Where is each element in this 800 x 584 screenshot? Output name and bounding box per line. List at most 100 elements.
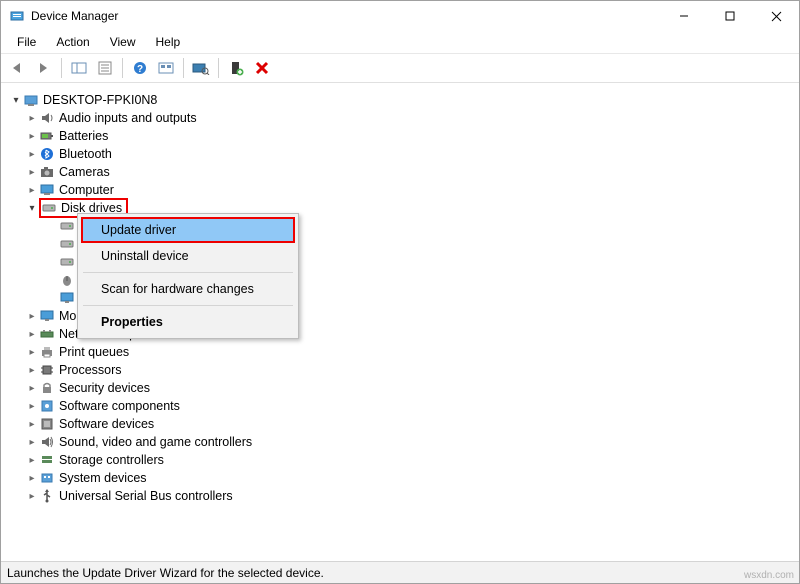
expand-icon[interactable]: ▸ [25, 311, 39, 322]
expand-icon[interactable]: ▸ [25, 185, 39, 196]
disk-icon [59, 218, 75, 234]
category-label: System devices [59, 471, 147, 485]
titlebar: Device Manager [1, 1, 799, 31]
menu-help[interactable]: Help [146, 33, 191, 51]
tree-category-storage[interactable]: ▸ Storage controllers [5, 451, 795, 469]
disk-icon [41, 200, 57, 216]
toolbar: ? [1, 54, 799, 83]
computer-icon [23, 92, 39, 108]
tree-category-cpu[interactable]: ▸ Processors [5, 361, 795, 379]
expand-icon[interactable]: ▸ [25, 437, 39, 448]
tree-category-computer[interactable]: ▸Computer [5, 181, 795, 199]
menu-separator [83, 272, 293, 273]
tree-category-swcomp[interactable]: ▸Software components [5, 397, 795, 415]
menu-separator [83, 305, 293, 306]
menu-item-uninstall-device[interactable]: Uninstall device [81, 243, 295, 269]
audio-icon [39, 110, 55, 126]
computer-icon [39, 182, 55, 198]
printer-icon [39, 344, 55, 360]
expand-icon[interactable]: ▸ [25, 131, 39, 142]
maximize-button[interactable] [707, 1, 753, 31]
network-icon [39, 326, 55, 342]
add-legacy-button[interactable] [225, 57, 247, 79]
expand-icon[interactable]: ▸ [25, 347, 39, 358]
menu-action[interactable]: Action [46, 33, 99, 51]
toolbar-sep [218, 58, 219, 78]
minimize-button[interactable] [661, 1, 707, 31]
help-button[interactable]: ? [129, 57, 151, 79]
menu-item-scan-for-hardware-changes[interactable]: Scan for hardware changes [81, 276, 295, 302]
tree-category-swdev[interactable]: ▸ Software devices [5, 415, 795, 433]
context-menu: Update driverUninstall device Scan for ha… [77, 213, 299, 339]
tree-category-bluetooth[interactable]: ▸ Bluetooth [5, 145, 795, 163]
menu-item-update-driver[interactable]: Update driver [81, 217, 295, 243]
expand-icon[interactable]: ▸ [25, 491, 39, 502]
menu-file[interactable]: File [7, 33, 46, 51]
category-label: Audio inputs and outputs [59, 111, 197, 125]
tree-category-security[interactable]: ▸ Security devices [5, 379, 795, 397]
status-text: Launches the Update Driver Wizard for th… [7, 566, 324, 580]
tree-category-usb[interactable]: ▸ Universal Serial Bus controllers [5, 487, 795, 505]
expand-icon[interactable]: ▸ [25, 401, 39, 412]
tree-category-battery[interactable]: ▸ Batteries [5, 127, 795, 145]
tree-category-printer[interactable]: ▸Print queues [5, 343, 795, 361]
category-label: Sound, video and game controllers [59, 435, 252, 449]
camera-icon [39, 164, 55, 180]
tree-root[interactable]: ▾ DESKTOP-FPKI0N8 [5, 91, 795, 109]
monitor-icon [59, 290, 75, 306]
device-tree[interactable]: ▾ DESKTOP-FPKI0N8 ▸ Audio inputs and output… [1, 83, 799, 561]
svg-text:?: ? [137, 64, 143, 75]
expand-icon[interactable]: ▸ [25, 113, 39, 124]
usb-icon [39, 488, 55, 504]
cpu-icon [39, 362, 55, 378]
disk-icon [59, 236, 75, 252]
expand-icon[interactable]: ▸ [25, 365, 39, 376]
category-label: Storage controllers [59, 453, 164, 467]
expand-icon[interactable]: ▸ [25, 329, 39, 340]
expand-icon[interactable]: ▸ [25, 149, 39, 160]
category-label: Security devices [59, 381, 150, 395]
view-devices-button[interactable] [155, 57, 177, 79]
tree-category-system[interactable]: ▸ System devices [5, 469, 795, 487]
device-manager-window: Device Manager File Action View Help ? ▾… [0, 0, 800, 584]
expand-icon[interactable]: ▸ [25, 473, 39, 484]
disk-icon [59, 254, 75, 270]
expand-icon[interactable]: ▸ [25, 383, 39, 394]
toolbar-sep [61, 58, 62, 78]
category-label: Universal Serial Bus controllers [59, 489, 233, 503]
monitor-icon [39, 308, 55, 324]
statusbar: Launches the Update Driver Wizard for th… [1, 561, 799, 583]
battery-icon [39, 128, 55, 144]
watermark: wsxdn.com [744, 570, 794, 581]
uninstall-toolbar-button[interactable] [251, 57, 273, 79]
expand-icon[interactable]: ▸ [25, 419, 39, 430]
toolbar-sep [122, 58, 123, 78]
scan-hardware-button[interactable] [190, 57, 212, 79]
app-icon [9, 8, 25, 24]
sound-icon [39, 434, 55, 450]
tree-category-camera[interactable]: ▸ Cameras [5, 163, 795, 181]
category-label: Batteries [59, 129, 108, 143]
category-label: Software devices [59, 417, 154, 431]
menu-view[interactable]: View [100, 33, 146, 51]
swdev-icon [39, 416, 55, 432]
expand-icon[interactable]: ▸ [25, 167, 39, 178]
expand-icon[interactable]: ▾ [25, 203, 39, 214]
show-hide-tree-button[interactable] [68, 57, 90, 79]
expand-icon[interactable]: ▸ [25, 455, 39, 466]
swcomp-icon [39, 398, 55, 414]
storage-icon [39, 452, 55, 468]
properties-toolbar-button[interactable] [94, 57, 116, 79]
close-button[interactable] [753, 1, 799, 31]
category-label: Processors [59, 363, 122, 377]
toolbar-sep [183, 58, 184, 78]
category-label: Cameras [59, 165, 110, 179]
forward-button[interactable] [33, 57, 55, 79]
tree-category-sound[interactable]: ▸ Sound, video and game controllers [5, 433, 795, 451]
collapse-icon[interactable]: ▾ [9, 95, 23, 106]
tree-category-audio[interactable]: ▸ Audio inputs and outputs [5, 109, 795, 127]
root-label: DESKTOP-FPKI0N8 [43, 93, 157, 107]
category-label: Bluetooth [59, 147, 112, 161]
back-button[interactable] [7, 57, 29, 79]
menu-item-properties[interactable]: Properties [81, 309, 295, 335]
